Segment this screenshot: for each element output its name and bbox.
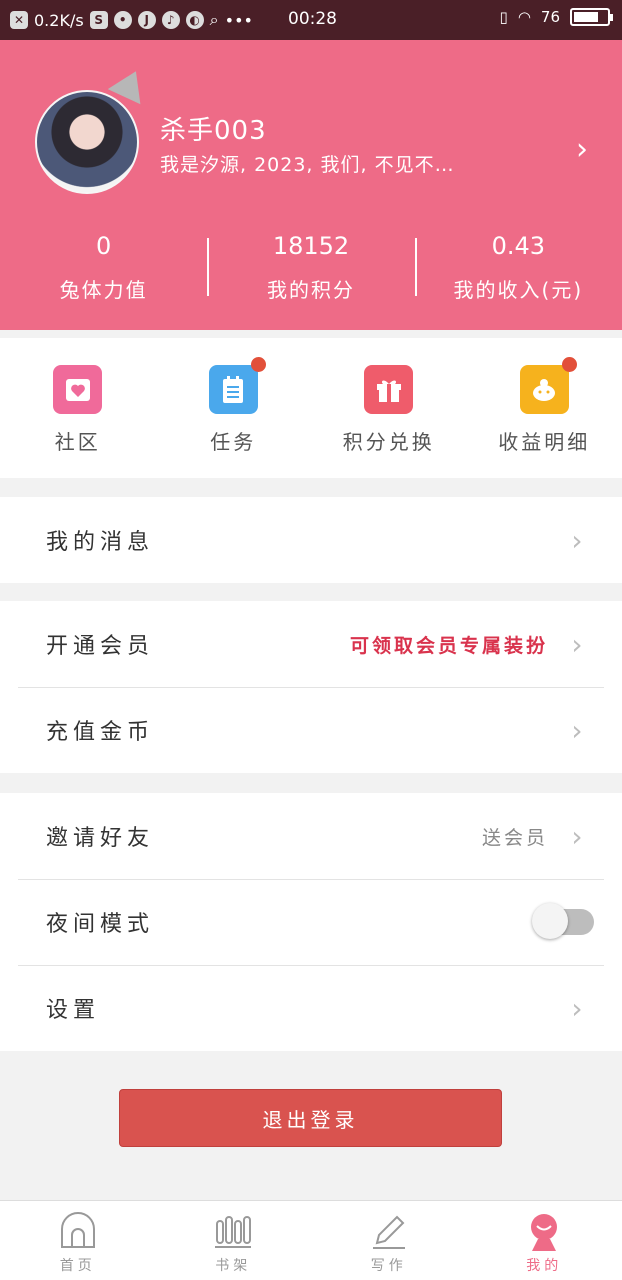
stat-value: 0.43 bbox=[491, 232, 546, 260]
app-s-icon: S bbox=[89, 11, 108, 29]
stat-stamina[interactable]: 0 兔体力值 bbox=[0, 232, 207, 312]
tab-label: 我的 bbox=[526, 1258, 563, 1274]
toggle-knob bbox=[532, 903, 568, 939]
music-icon: ♪ bbox=[161, 11, 180, 29]
search-icon: ⌕ bbox=[209, 10, 219, 29]
notification-dot bbox=[250, 357, 266, 372]
user-bio: 我是汐源, 2023, 我们, 不见不… bbox=[160, 154, 455, 176]
close-notification-icon: ✕ bbox=[10, 11, 28, 29]
tab-label: 写作 bbox=[370, 1258, 407, 1274]
quick-action-label: 收益明细 bbox=[498, 430, 591, 454]
menu-item-label: 充值金币 bbox=[46, 720, 155, 745]
browser-icon: ◐ bbox=[185, 11, 204, 29]
quick-action-task[interactable]: 任务 bbox=[156, 338, 312, 478]
tab-label: 书架 bbox=[215, 1258, 252, 1274]
menu-item-vip[interactable]: 开通会员 可领取会员专属装扮 › bbox=[0, 601, 622, 687]
chevron-right-icon: › bbox=[571, 523, 583, 557]
net-speed: 0.2K/s bbox=[34, 10, 84, 30]
tab-write[interactable]: 写作 bbox=[311, 1201, 467, 1280]
tab-bookshelf[interactable]: 书架 bbox=[156, 1201, 312, 1280]
chevron-right-icon[interactable]: › bbox=[576, 132, 588, 167]
wifi-icon: ◠ bbox=[517, 8, 531, 26]
bottom-tab-bar: 首页 书架 写作 我的 bbox=[0, 1200, 622, 1280]
menu-item-label: 夜间模式 bbox=[46, 912, 155, 937]
avatar-container[interactable] bbox=[35, 63, 153, 195]
vip-promo-text: 可领取会员专属装扮 bbox=[349, 634, 548, 657]
menu-item-label: 开通会员 bbox=[46, 634, 155, 659]
quick-action-label: 任务 bbox=[210, 430, 257, 454]
quick-action-earnings[interactable]: 收益明细 bbox=[467, 338, 622, 478]
menu-item-label: 邀请好友 bbox=[46, 826, 155, 851]
username: 杀手003 bbox=[160, 116, 267, 146]
quick-action-label: 积分兑换 bbox=[342, 430, 435, 454]
task-icon bbox=[208, 357, 266, 414]
quick-action-community[interactable]: 社区 bbox=[0, 338, 156, 478]
stat-points[interactable]: 18152 我的积分 bbox=[207, 232, 414, 312]
menu-item-settings[interactable]: 设置 › bbox=[0, 965, 622, 1051]
community-icon bbox=[53, 365, 103, 414]
vip-card: 开通会员 可领取会员专属装扮 › 充值金币 › bbox=[0, 601, 622, 773]
stat-value: 18152 bbox=[272, 232, 350, 260]
menu-item-label: 设置 bbox=[46, 998, 101, 1023]
chevron-right-icon: › bbox=[571, 991, 583, 1025]
settings-card: 邀请好友 送会员 › 夜间模式 设置 › bbox=[0, 793, 622, 1051]
stat-income[interactable]: 0.43 我的收入(元) bbox=[414, 232, 622, 312]
profile-icon bbox=[531, 1214, 558, 1251]
stat-label: 我的积分 bbox=[266, 278, 355, 302]
profile-header[interactable]: 杀手003 我是汐源, 2023, 我们, 不见不… › 0 兔体力值 1815… bbox=[0, 40, 622, 330]
stat-label: 我的收入(元) bbox=[453, 278, 584, 302]
menu-item-label: 我的消息 bbox=[46, 530, 155, 555]
menu-item-messages[interactable]: 我的消息 › bbox=[0, 497, 622, 583]
home-icon bbox=[60, 1212, 95, 1248]
avatar[interactable] bbox=[35, 90, 139, 194]
stats-row: 0 兔体力值 18152 我的积分 0.43 我的收入(元) bbox=[0, 232, 622, 312]
chevron-right-icon: › bbox=[571, 819, 583, 853]
more-icon: ••• bbox=[224, 10, 253, 30]
logout-button[interactable]: 退出登录 bbox=[119, 1089, 502, 1147]
menu-item-recharge[interactable]: 充值金币 › bbox=[0, 687, 622, 773]
chevron-right-icon: › bbox=[571, 627, 583, 661]
pen-icon bbox=[372, 1215, 405, 1249]
quick-action-points-exchange[interactable]: 积分兑换 bbox=[311, 338, 467, 478]
wechat-icon: • bbox=[113, 11, 132, 29]
notification-dot bbox=[561, 357, 577, 372]
messages-card: 我的消息 › bbox=[0, 497, 622, 583]
piggy-bank-icon bbox=[519, 357, 577, 414]
status-notifications: ✕ 0.2K/s S • J ♪ ◐ ⌕ ••• bbox=[10, 10, 253, 30]
status-bar: ✕ 0.2K/s S • J ♪ ◐ ⌕ ••• 00:28 ▯ ◠ 76 bbox=[0, 0, 622, 40]
tab-profile[interactable]: 我的 bbox=[467, 1201, 622, 1280]
clock: 00:28 bbox=[288, 9, 337, 29]
tab-label: 首页 bbox=[59, 1258, 96, 1274]
quick-actions: 社区 任务 积分兑换 收益明细 bbox=[0, 338, 622, 478]
tab-home[interactable]: 首页 bbox=[0, 1201, 156, 1280]
jdm-icon: J bbox=[137, 11, 156, 29]
bookshelf-icon bbox=[215, 1216, 252, 1248]
gift-icon bbox=[364, 365, 414, 414]
stat-label: 兔体力值 bbox=[59, 278, 148, 302]
menu-item-night-mode: 夜间模式 bbox=[0, 879, 622, 965]
quick-action-label: 社区 bbox=[54, 430, 101, 454]
battery-percent: 76 bbox=[540, 8, 560, 26]
vibrate-icon: ▯ bbox=[499, 8, 508, 26]
battery-icon bbox=[570, 8, 613, 26]
menu-item-invite[interactable]: 邀请好友 送会员 › bbox=[0, 793, 622, 879]
chevron-right-icon: › bbox=[571, 713, 583, 747]
night-mode-toggle[interactable] bbox=[532, 903, 594, 939]
stat-value: 0 bbox=[96, 232, 112, 260]
invite-reward-text: 送会员 bbox=[481, 826, 548, 849]
